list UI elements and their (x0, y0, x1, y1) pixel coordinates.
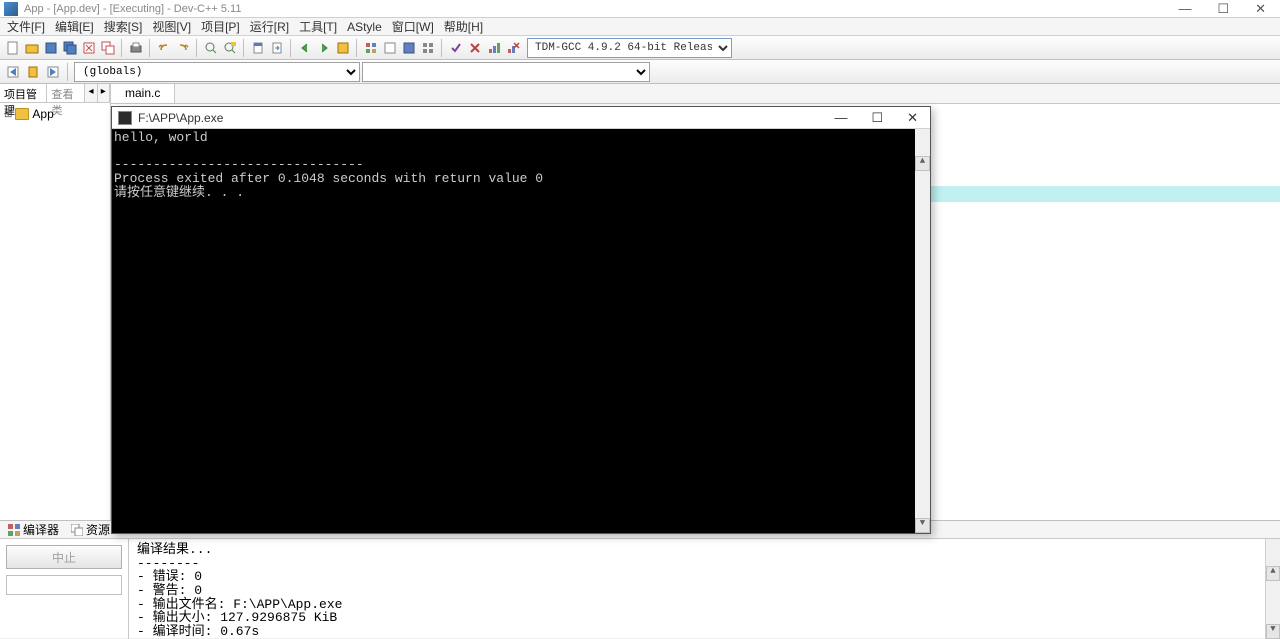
bottom-tab-resources-label: 资源 (86, 521, 110, 538)
bottom-tab-compiler-label: 编译器 (23, 521, 59, 538)
menu-edit[interactable]: 编辑[E] (50, 18, 99, 35)
bottom-tab-compiler[interactable]: 编译器 (2, 521, 65, 538)
tree-root-label: App (32, 107, 53, 121)
console-maximize-button[interactable]: ☐ (865, 110, 889, 126)
stop-debug-icon[interactable] (466, 39, 484, 57)
project-tree[interactable]: ⊞ App (0, 103, 110, 520)
close-file-icon[interactable] (80, 39, 98, 57)
console-title-text: F:\APP\App.exe (138, 111, 828, 125)
rebuild-icon[interactable] (419, 39, 437, 57)
menu-run[interactable]: 运行[R] (245, 18, 294, 35)
console-icon (118, 111, 132, 125)
minimize-button[interactable]: — (1172, 1, 1197, 17)
editor-tab-main[interactable]: main.c (111, 84, 175, 103)
scroll-up-icon[interactable]: ▲ (1266, 566, 1280, 581)
menu-tools[interactable]: 工具[T] (294, 18, 342, 35)
find-icon[interactable] (202, 39, 220, 57)
app-icon (4, 2, 18, 16)
folder-icon (15, 108, 29, 120)
toolbar-main: TDM-GCC 4.9.2 64-bit Release (0, 36, 1280, 60)
menu-view[interactable]: 视图[V] (147, 18, 196, 35)
compile-run-icon[interactable] (400, 39, 418, 57)
compile-log[interactable]: 编译结果... -------- - 错误: 0 - 警告: 0 - 输出文件名… (128, 539, 1280, 639)
nav-bookmark-icon[interactable] (24, 63, 42, 81)
profile-icon[interactable] (485, 39, 503, 57)
tab-class-view[interactable]: 查看类 (47, 84, 85, 102)
console-scroll-down-icon[interactable]: ▼ (915, 518, 930, 533)
console-body[interactable]: hello, world ---------------------------… (112, 129, 930, 533)
tab-nav-right-icon[interactable]: ▸ (98, 84, 110, 102)
tree-root-row[interactable]: ⊞ App (4, 107, 106, 121)
console-line: 请按任意键继续. . . (114, 185, 244, 200)
symbols-combo[interactable] (362, 62, 650, 82)
console-titlebar[interactable]: F:\APP\App.exe — ☐ ✕ (112, 107, 930, 129)
close-button[interactable]: ✕ (1249, 1, 1272, 17)
console-scroll-up-icon[interactable]: ▲ (915, 156, 930, 171)
globals-combo[interactable]: (globals) (74, 62, 360, 82)
bottom-blank-field[interactable] (6, 575, 122, 595)
console-line: hello, world (114, 130, 208, 145)
goto-line-back-icon[interactable] (296, 39, 314, 57)
console-minimize-button[interactable]: — (828, 110, 853, 126)
open-icon[interactable] (23, 39, 41, 57)
bottom-tab-resources[interactable]: 资源 (65, 521, 116, 538)
compile-icon[interactable] (362, 39, 380, 57)
close-all-icon[interactable] (99, 39, 117, 57)
compiler-select[interactable]: TDM-GCC 4.9.2 64-bit Release (527, 38, 732, 58)
window-controls: — ☐ ✕ (1172, 1, 1272, 17)
maximize-button[interactable]: ☐ (1211, 1, 1235, 17)
delete-profile-icon[interactable] (504, 39, 522, 57)
menu-search[interactable]: 搜索[S] (99, 18, 148, 35)
debug-icon[interactable] (447, 39, 465, 57)
tab-nav-left-icon[interactable]: ◂ (85, 84, 97, 102)
log-scrollbar[interactable]: ▲ ▼ (1265, 539, 1280, 639)
console-scrollbar[interactable]: ▲ ▼ (915, 129, 930, 533)
scroll-down-icon[interactable]: ▼ (1266, 624, 1280, 639)
menu-window[interactable]: 窗口[W] (387, 18, 439, 35)
bottom-body: 中止 编译结果... -------- - 错误: 0 - 警告: 0 - 输出… (0, 539, 1280, 639)
save-all-icon[interactable] (61, 39, 79, 57)
side-tabs: 项目管理 查看类 ◂ ▸ (0, 84, 110, 103)
redo-icon[interactable] (174, 39, 192, 57)
menu-help[interactable]: 帮助[H] (439, 18, 488, 35)
nav-insert-icon[interactable] (4, 63, 22, 81)
goto-bookmark-icon[interactable] (268, 39, 286, 57)
tab-project-mgr[interactable]: 项目管理 (0, 84, 47, 102)
toggle-bookmark-icon[interactable] (249, 39, 267, 57)
goto-icon[interactable] (334, 39, 352, 57)
side-panel: 项目管理 查看类 ◂ ▸ ⊞ App (0, 84, 111, 520)
undo-icon[interactable] (155, 39, 173, 57)
print-icon[interactable] (127, 39, 145, 57)
tree-expand-icon[interactable]: ⊞ (4, 109, 12, 120)
copy-icon (71, 524, 83, 536)
goto-line-fwd-icon[interactable] (315, 39, 333, 57)
bottom-panel: 编译器 资源 中止 编译结果... -------- - 错误: 0 - 警告:… (0, 520, 1280, 638)
menu-bar: 文件[F] 编辑[E] 搜索[S] 视图[V] 项目[P] 运行[R] 工具[T… (0, 18, 1280, 36)
console-close-button[interactable]: ✕ (901, 110, 924, 126)
menu-astyle[interactable]: AStyle (342, 20, 387, 34)
log-line: - 编译时间: 0.67s (137, 624, 259, 639)
console-controls: — ☐ ✕ (828, 110, 924, 126)
bottom-button-col: 中止 (0, 539, 128, 639)
console-window: F:\APP\App.exe — ☐ ✕ hello, world ------… (111, 106, 931, 534)
new-file-icon[interactable] (4, 39, 22, 57)
editor-tabs: main.c (111, 84, 1280, 104)
window-title: App - [App.dev] - [Executing] - Dev-C++ … (24, 3, 1172, 15)
menu-file[interactable]: 文件[F] (2, 18, 50, 35)
menu-project[interactable]: 项目[P] (196, 18, 245, 35)
run-icon[interactable] (381, 39, 399, 57)
save-icon[interactable] (42, 39, 60, 57)
replace-icon[interactable] (221, 39, 239, 57)
title-bar: App - [App.dev] - [Executing] - Dev-C++ … (0, 0, 1280, 18)
toolbar-nav: (globals) (0, 60, 1280, 84)
nav-goto-icon[interactable] (44, 63, 62, 81)
grid-icon (8, 524, 20, 536)
stop-button[interactable]: 中止 (6, 545, 122, 569)
